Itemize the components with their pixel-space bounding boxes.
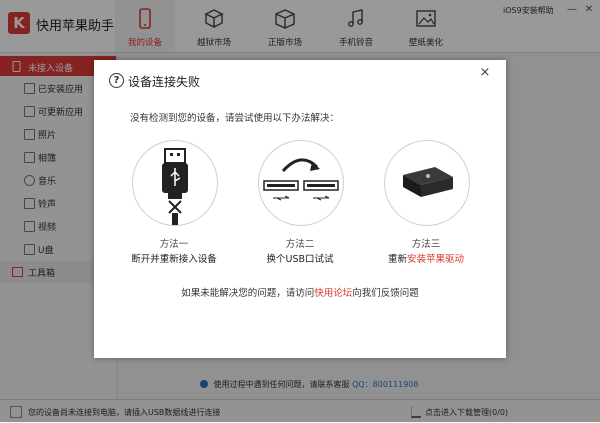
method-3-title: 方法三 <box>411 239 441 250</box>
usb-ports-icon <box>263 158 339 201</box>
device-box-icon <box>403 167 453 197</box>
footer-suffix: 向我们反馈问题 <box>352 288 419 299</box>
forum-link[interactable]: 快用论坛 <box>314 288 352 299</box>
dialog-title: 设备连接失败 <box>128 75 201 89</box>
method-2-title: 方法二 <box>285 239 315 250</box>
method-1-illustration <box>132 140 218 226</box>
connection-failed-dialog: ? 设备连接失败 × 没有检测到您的设备，请尝试使用以下办法解决： 方法一 断开… <box>94 60 506 358</box>
method-2-desc: 换个USB口试试 <box>266 254 334 265</box>
method-1-desc: 断开并重新接入设备 <box>131 254 217 265</box>
method-3-desc-prefix: 重新 <box>387 254 407 265</box>
method-2-illustration <box>258 140 344 226</box>
method-1-title: 方法一 <box>159 239 189 250</box>
footer-prefix: 如果未能解决您的问题，请访问 <box>181 288 315 299</box>
question-icon: ? <box>109 73 124 88</box>
method-3-desc: 重新安装苹果驱动 <box>356 251 496 265</box>
dialog-footer: 如果未能解决您的问题，请访问快用论坛向我们反馈问题 <box>94 285 506 299</box>
dialog-close-button[interactable]: × <box>478 66 492 80</box>
method-3-illustration <box>384 140 470 226</box>
dialog-description: 没有检测到您的设备，请尝试使用以下办法解决： <box>130 113 340 124</box>
usb-cable-icon <box>162 148 188 225</box>
install-driver-link[interactable]: 安装苹果驱动 <box>407 254 464 265</box>
